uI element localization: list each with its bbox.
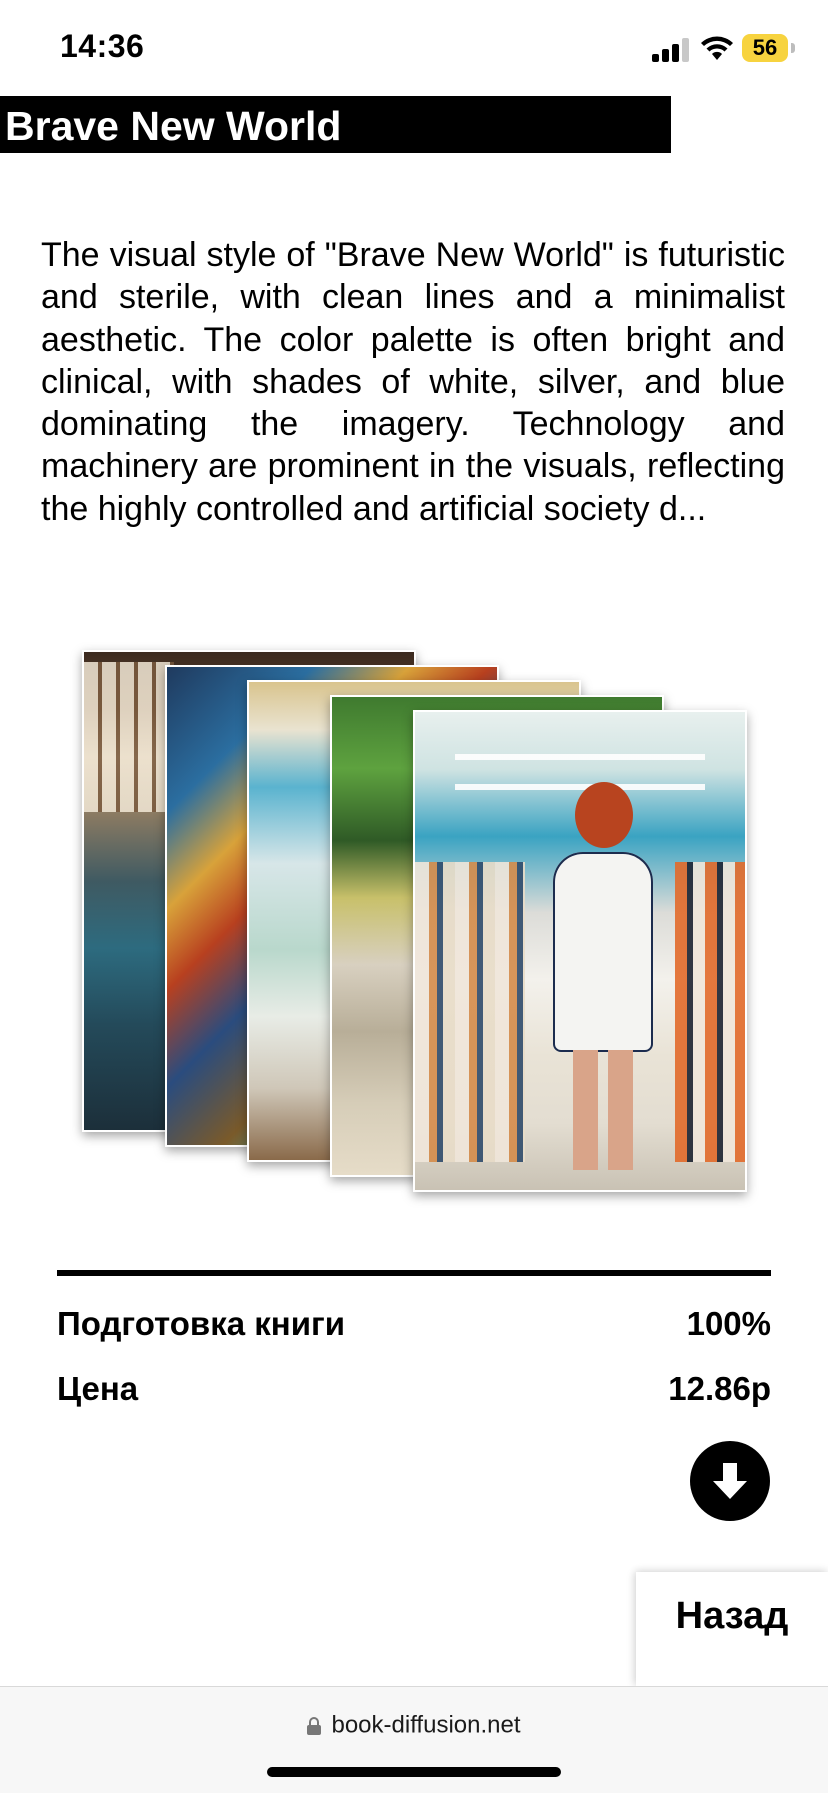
- illustration-card-woman-store[interactable]: [413, 710, 747, 1192]
- price-row: Цена 12.86р: [57, 1370, 771, 1410]
- progress-value: 100%: [686, 1305, 771, 1342]
- home-indicator[interactable]: [267, 1767, 561, 1777]
- status-bar: 14:36 56: [0, 0, 828, 96]
- progress-label: Подготовка книги: [57, 1305, 346, 1342]
- book-title: Brave New World: [5, 103, 342, 149]
- battery-icon: 56: [742, 34, 788, 62]
- browser-address-bar[interactable]: book-diffusion.net: [0, 1686, 828, 1793]
- divider-line: [57, 1270, 771, 1276]
- battery-tip: [791, 43, 795, 53]
- url-text[interactable]: book-diffusion.net: [331, 1712, 520, 1739]
- download-button[interactable]: [690, 1441, 770, 1521]
- book-description: The visual style of "Brave New World" is…: [41, 236, 785, 528]
- wifi-icon: [701, 36, 733, 60]
- url-container[interactable]: book-diffusion.net: [0, 1711, 828, 1740]
- lock-icon: [307, 1716, 322, 1735]
- signal-icon: [652, 38, 690, 62]
- progress-row: Подготовка книги 100%: [57, 1305, 771, 1345]
- back-button[interactable]: Назад: [636, 1572, 828, 1686]
- status-time: 14:36: [60, 28, 145, 64]
- clothing-rack-right: [675, 862, 745, 1162]
- title-bar: Brave New World: [0, 96, 671, 153]
- price-label: Цена: [57, 1370, 139, 1407]
- illustration-gallery[interactable]: [0, 640, 828, 1200]
- woman-figure-legs: [573, 1050, 633, 1170]
- woman-figure-head: [575, 782, 633, 848]
- ceiling-lights: [455, 742, 705, 802]
- download-arrow-icon: [713, 1463, 747, 1499]
- woman-figure-body: [553, 852, 653, 1052]
- clothing-rack-left: [415, 862, 525, 1162]
- price-value: 12.86р: [668, 1370, 771, 1407]
